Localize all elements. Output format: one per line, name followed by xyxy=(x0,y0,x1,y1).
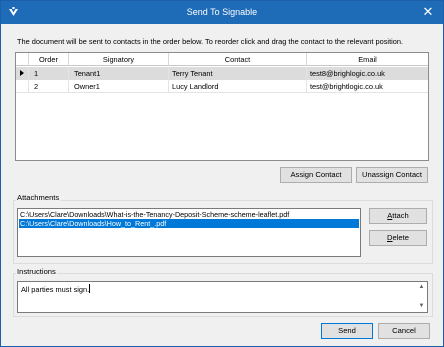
column-header-order[interactable]: Order xyxy=(29,53,69,66)
assign-contact-button[interactable]: Assign Contact xyxy=(280,167,352,183)
unassign-contact-button[interactable]: Unassign Contact xyxy=(356,167,428,183)
instructions-label: Instructions xyxy=(16,267,57,276)
title-bar[interactable]: Send To Signable ✕ xyxy=(1,1,443,24)
column-header-contact[interactable]: Contact xyxy=(169,53,307,66)
cell-email[interactable]: test@brightlogic.co.uk xyxy=(307,80,428,93)
send-button[interactable]: Send xyxy=(321,323,373,339)
attachments-label: Attachments xyxy=(16,193,61,202)
attach-button[interactable]: Attach xyxy=(369,208,427,224)
row-indicator-icon xyxy=(20,70,24,76)
attachments-list[interactable]: C:\Users\Clare\Downloads\What-is-the-Ten… xyxy=(17,208,361,257)
window-title: Send To Signable xyxy=(186,7,258,17)
cell-order[interactable]: 2 xyxy=(29,80,69,93)
cell-contact[interactable]: Lucy Landlord xyxy=(169,80,307,93)
attach-label: ttach xyxy=(392,211,409,220)
delete-button[interactable]: Delete xyxy=(369,230,427,246)
grid-header: Order Signatory Contact Email xyxy=(16,53,428,66)
cell-email[interactable]: test8@brighlogic.co.uk xyxy=(307,67,428,80)
cancel-button[interactable]: Cancel xyxy=(378,323,430,339)
info-text: The document will be sent to contacts in… xyxy=(17,37,404,46)
signatory-grid[interactable]: Order Signatory Contact Email 1 Tenant1 … xyxy=(15,52,429,161)
delete-label: elete xyxy=(392,233,409,242)
row-selector[interactable] xyxy=(16,67,29,80)
list-item[interactable]: C:\Users\Clare\Downloads\How_to_Rent_.pd… xyxy=(19,219,359,228)
row-selector[interactable] xyxy=(16,80,29,93)
scroll-down-icon[interactable]: ▼ xyxy=(417,302,426,311)
column-header-signatory[interactable]: Signatory xyxy=(69,53,169,66)
cell-contact[interactable]: Terry Tenant xyxy=(169,67,307,80)
cell-order[interactable]: 1 xyxy=(29,67,69,80)
table-row[interactable]: 2 Owner1 Lucy Landlord test@brightlogic.… xyxy=(16,80,428,93)
scroll-up-icon[interactable]: ▲ xyxy=(417,283,426,292)
table-row[interactable]: 1 Tenant1 Terry Tenant test8@brighlogic.… xyxy=(16,67,428,80)
instructions-textarea[interactable]: All parties must sign. ▲ ▼ xyxy=(17,281,428,313)
send-to-signable-dialog: Send To Signable ✕ The document will be … xyxy=(0,0,444,347)
column-header-email[interactable]: Email xyxy=(307,53,428,66)
text-caret xyxy=(89,284,91,293)
cell-signatory[interactable]: Tenant1 xyxy=(69,67,169,80)
row-header-corner xyxy=(16,53,29,66)
instructions-text: All parties must sign. xyxy=(21,285,90,294)
cell-signatory[interactable]: Owner1 xyxy=(69,80,169,93)
close-icon[interactable]: ✕ xyxy=(413,1,443,24)
list-item[interactable]: C:\Users\Clare\Downloads\What-is-the-Ten… xyxy=(19,210,359,219)
